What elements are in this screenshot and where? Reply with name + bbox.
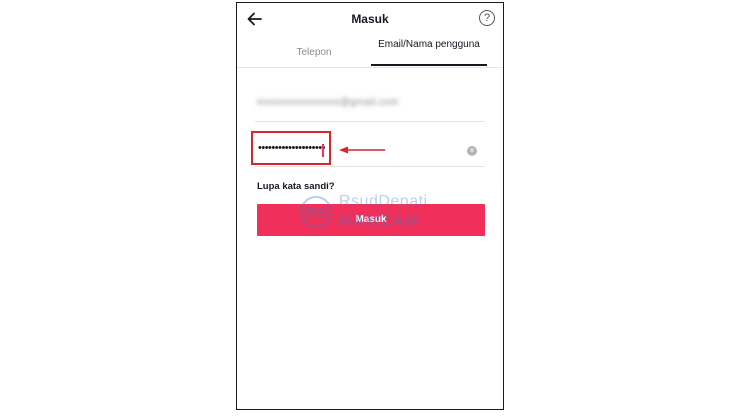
tab-email-username[interactable]: Email/Nama pengguna — [371, 37, 487, 66]
email-value: mxxxxxxxxxxxxxx@gmail.com — [257, 97, 399, 108]
email-field[interactable]: mxxxxxxxxxxxxxx@gmail.com — [255, 91, 485, 122]
login-button[interactable]: Masuk — [257, 204, 485, 236]
annotation-arrow-icon — [339, 146, 385, 154]
forgot-password-link[interactable]: Lupa kata sandi? — [257, 181, 335, 192]
login-method-tabs: Telepon Email/Nama pengguna — [237, 37, 503, 68]
screenshot-stage: Masuk ? Telepon Email/Nama pengguna mxxx… — [0, 0, 740, 416]
tab-phone[interactable]: Telepon — [255, 37, 373, 66]
page-title: Masuk — [351, 12, 389, 26]
question-circle-icon[interactable]: ? — [479, 10, 495, 26]
annotation-highlight-box — [251, 131, 331, 165]
app-header: Masuk ? — [237, 3, 503, 37]
clear-icon[interactable]: × — [467, 146, 477, 156]
phone-frame: Masuk ? Telepon Email/Nama pengguna mxxx… — [236, 2, 504, 410]
